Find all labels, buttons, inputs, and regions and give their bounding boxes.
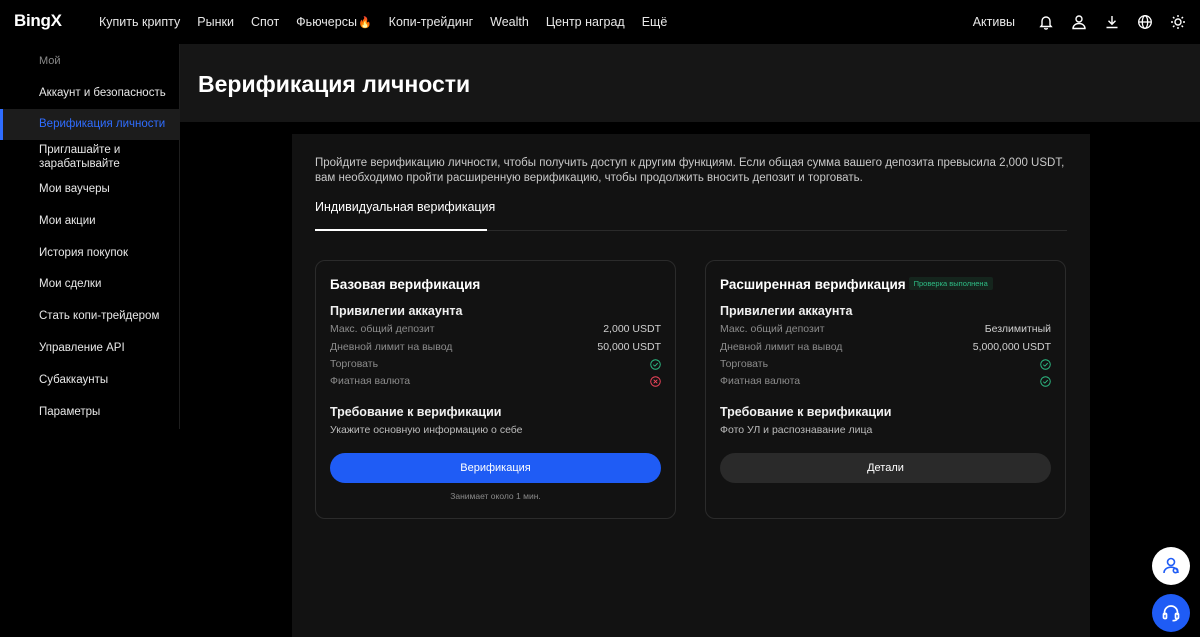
bingx-logo[interactable]: BingX — [14, 11, 62, 31]
advanced-row-fiat: Фиатная валюта — [720, 375, 1051, 389]
page-header: Верификация личности — [180, 44, 1200, 122]
sidebar-item-account-security[interactable]: Аккаунт и безопасность — [0, 86, 180, 100]
sidebar-header: Мой — [39, 55, 61, 67]
nav-rewards-center[interactable]: Центр наград — [546, 15, 625, 29]
advanced-verification-card: Расширенная верификация Проверка выполнен… — [705, 260, 1066, 519]
row-label: Дневной лимит на вывод — [720, 341, 843, 353]
basic-card-title: Базовая верификация — [330, 277, 481, 292]
user-icon[interactable] — [1062, 0, 1095, 44]
nav-assets[interactable]: Активы — [973, 15, 1015, 29]
basic-privileges-title: Привилегии аккаунта — [330, 304, 463, 318]
details-button[interactable]: Детали — [720, 453, 1051, 483]
verify-button[interactable]: Верификация — [330, 453, 661, 483]
nav-wealth[interactable]: Wealth — [490, 15, 529, 29]
basic-row-max-deposit: Макс. общий депозит 2,000 USDT — [330, 323, 661, 337]
row-value: 2,000 USDT — [603, 323, 661, 335]
top-nav: BingX Купить крипту Рынки Спот Фьючерсы🔥… — [0, 0, 1200, 44]
advanced-row-trade: Торговать — [720, 358, 1051, 372]
nav-right: Активы — [973, 0, 1200, 44]
row-value: Безлимитный — [984, 323, 1051, 335]
user-group-icon[interactable] — [1152, 547, 1190, 585]
row-label: Фиатная валюта — [720, 375, 801, 387]
bell-icon[interactable] — [1029, 0, 1062, 44]
nav-futures[interactable]: Фьючерсы🔥 — [296, 15, 371, 29]
nav-buy-crypto[interactable]: Купить крипту — [99, 15, 180, 29]
row-label: Торговать — [720, 358, 769, 370]
sidebar-item-invite-label-1: Приглашайте и — [39, 144, 121, 156]
advanced-privileges-title: Привилегии аккаунта — [720, 304, 853, 318]
tab-active-indicator — [315, 229, 487, 231]
page-title: Верификация личности — [198, 71, 471, 97]
row-label: Торговать — [330, 358, 379, 370]
sidebar-item-promotions[interactable]: Мои акции — [0, 214, 180, 228]
tab-individual-verification[interactable]: Индивидуальная верификация — [315, 200, 495, 214]
basic-verification-card: Базовая верификация Привилегии аккаунта … — [315, 260, 676, 519]
nav-markets[interactable]: Рынки — [197, 15, 234, 29]
row-value: 50,000 USDT — [597, 341, 661, 353]
sidebar-item-vouchers[interactable]: Мои ваучеры — [0, 182, 180, 196]
row-label: Фиатная валюта — [330, 375, 411, 387]
basic-requirement-title: Требование к верификации — [330, 405, 502, 419]
advanced-requirement-text: Фото УЛ и распознавание лица — [720, 424, 873, 436]
nav-copy-trading[interactable]: Копи-трейдинг — [389, 15, 474, 29]
nav-links: Купить крипту Рынки Спот Фьючерсы🔥 Копи-… — [99, 0, 684, 44]
nav-more[interactable]: Ещё — [642, 15, 668, 29]
basic-row-withdraw-limit: Дневной лимит на вывод 50,000 USDT — [330, 341, 661, 355]
sidebar-item-api-management[interactable]: Управление API — [0, 341, 180, 355]
cross-circle-icon — [650, 376, 661, 387]
row-value: 5,000,000 USDT — [972, 341, 1051, 353]
sidebar-item-my-trades[interactable]: Мои сделки — [0, 277, 180, 291]
check-circle-icon — [1040, 376, 1051, 387]
sidebar-item-purchase-history[interactable]: История покупок — [0, 246, 180, 260]
sun-icon[interactable] — [1161, 0, 1194, 44]
advanced-row-withdraw-limit: Дневной лимит на вывод 5,000,000 USDT — [720, 341, 1051, 355]
time-note: Занимает около 1 мин. — [450, 491, 541, 501]
sidebar: Мой Аккаунт и безопасность Верификация л… — [0, 44, 180, 637]
fire-icon: 🔥 — [357, 17, 372, 29]
sidebar-item-identity-verification[interactable]: Верификация личности — [0, 109, 180, 140]
globe-icon[interactable] — [1128, 0, 1161, 44]
status-badge: Проверка выполнена — [908, 276, 993, 290]
basic-row-fiat: Фиатная валюта — [330, 375, 661, 389]
sidebar-item-subaccounts[interactable]: Субаккаунты — [0, 373, 180, 387]
sidebar-item-invite-label-2: зарабатывайте — [39, 158, 120, 170]
advanced-row-max-deposit: Макс. общий депозит Безлимитный — [720, 323, 1051, 337]
row-label: Макс. общий депозит — [720, 323, 825, 335]
basic-row-trade: Торговать — [330, 358, 661, 372]
advanced-requirement-title: Требование к верификации — [720, 405, 892, 419]
check-circle-icon — [1040, 359, 1051, 370]
nav-futures-label: Фьючерсы — [296, 15, 357, 29]
download-icon[interactable] — [1095, 0, 1128, 44]
sidebar-item-become-copy-trader[interactable]: Стать копи-трейдером — [0, 309, 180, 323]
advanced-card-title: Расширенная верификация — [720, 277, 906, 292]
sidebar-menu: Мой Аккаунт и безопасность Верификация л… — [0, 44, 180, 429]
sidebar-item-invite-earn[interactable]: Приглашайте и зарабатывайте — [0, 143, 180, 171]
intro-text: Пройдите верификацию личности, чтобы пол… — [315, 157, 1065, 184]
row-label: Макс. общий депозит — [330, 323, 435, 335]
sidebar-item-settings[interactable]: Параметры — [0, 405, 180, 419]
advanced-card-title-row: Расширенная верификация Проверка выполнен… — [720, 276, 993, 292]
headset-icon[interactable] — [1152, 594, 1190, 632]
check-circle-icon — [650, 359, 661, 370]
nav-spot[interactable]: Спот — [251, 15, 279, 29]
verification-panel: Пройдите верификацию личности, чтобы пол… — [292, 134, 1090, 637]
row-label: Дневной лимит на вывод — [330, 341, 453, 353]
basic-requirement-text: Укажите основную информацию о себе — [330, 424, 523, 436]
